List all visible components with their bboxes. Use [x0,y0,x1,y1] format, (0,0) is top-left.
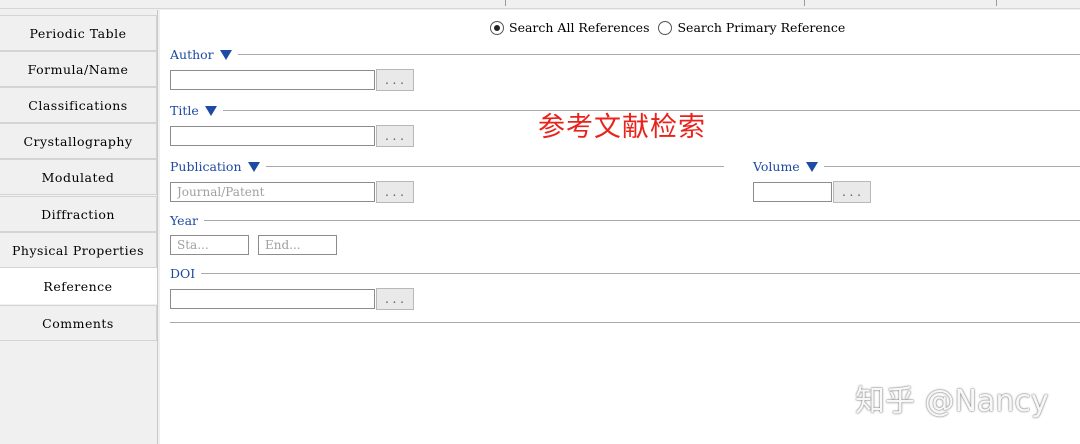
publication-section-header[interactable]: Publication [170,159,266,174]
top-toolbar-strip [0,0,1080,9]
doi-browse-button[interactable]: ... [376,288,414,310]
sidebar-item-modulated[interactable]: Modulated [0,159,157,195]
volume-browse-button[interactable]: ... [833,181,871,203]
annotation-caption: 参考文献检索 [538,112,706,143]
sidebar-item-label: Modulated [41,169,115,185]
sidebar-item-physical-properties[interactable]: Physical Properties [0,232,157,268]
volume-section-header[interactable]: Volume [753,159,824,174]
year-section-header: Year [170,213,204,228]
expand-triangle-icon[interactable] [219,49,232,60]
sidebar-item-label: Physical Properties [12,242,144,258]
publication-input[interactable] [170,182,375,202]
section-divider [170,322,1080,323]
radio-label[interactable]: Search All References [509,20,649,35]
sidebar-item-label: Periodic Table [29,25,127,41]
volume-label: Volume [753,159,800,174]
sidebar-item-comments[interactable]: Comments [0,305,157,341]
radio-search-primary-reference[interactable] [658,20,673,35]
radio-search-all-references[interactable] [490,20,504,35]
sidebar-item-label: Crystallography [23,133,133,149]
sidebar-item-diffraction[interactable]: Diffraction [0,196,157,232]
sidebar-item-label: Reference [43,278,113,294]
year-end-input[interactable] [258,235,337,255]
section-divider [170,273,1080,274]
volume-input[interactable] [753,182,832,202]
doi-section-header: DOI [170,266,202,281]
sidebar-item-label: Classifications [28,97,128,113]
sidebar-item-periodic-table[interactable]: Periodic Table [0,15,157,51]
year-start-input[interactable] [170,235,249,255]
sidebar-item-label: Comments [42,315,114,331]
sidebar-item-formula-name[interactable]: Formula/Name [0,51,157,87]
author-label: Author [170,47,214,62]
sidebar: Periodic Table Formula/Name Classificati… [0,10,158,444]
author-section-header[interactable]: Author [170,47,238,62]
expand-triangle-icon[interactable] [204,105,217,116]
doi-input[interactable] [170,289,375,309]
author-input[interactable] [170,70,375,90]
author-browse-button[interactable]: ... [376,69,414,91]
publication-browse-button[interactable]: ... [376,181,414,203]
expand-triangle-icon[interactable] [805,161,818,172]
expand-triangle-icon[interactable] [247,161,260,172]
sidebar-item-classifications[interactable]: Classifications [0,87,157,123]
toolbar-divider [505,0,506,6]
toolbar-divider [804,0,805,6]
title-section-header[interactable]: Title [170,103,223,118]
sidebar-item-crystallography[interactable]: Crystallography [0,123,157,159]
watermark: 知乎 @Nancy [855,384,1049,419]
sidebar-item-label: Diffraction [41,206,115,222]
title-input[interactable] [170,126,375,146]
publication-label: Publication [170,159,242,174]
title-label: Title [170,103,199,118]
toolbar-divider [996,0,997,6]
sidebar-item-label: Formula/Name [27,61,129,77]
section-divider [170,54,1080,55]
doi-label: DOI [170,266,196,281]
section-divider [170,220,1080,221]
year-label: Year [170,213,198,228]
search-mode-group: Search All References Search Primary Ref… [490,20,854,35]
radio-label[interactable]: Search Primary Reference [677,20,845,35]
title-browse-button[interactable]: ... [376,125,414,147]
sidebar-item-reference[interactable]: Reference [0,268,157,304]
